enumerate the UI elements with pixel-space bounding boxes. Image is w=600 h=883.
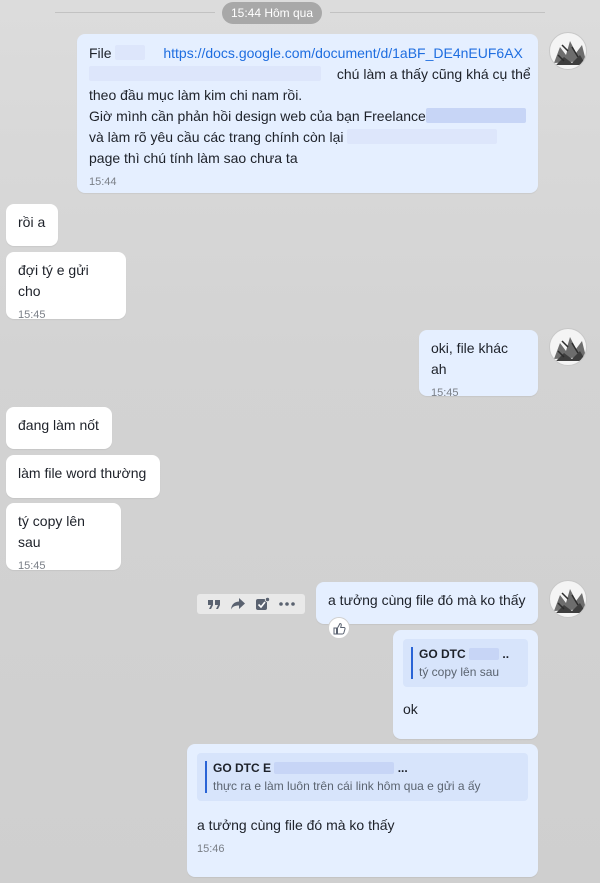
message-time: 15:44	[89, 176, 117, 188]
message-action-bar	[197, 594, 305, 614]
message-bubble-incoming[interactable]: đang làm nốt	[6, 407, 112, 449]
date-divider-left	[55, 12, 215, 13]
message-time: 15:45	[18, 560, 46, 572]
message-line: chú làm a thấy cũng khá cụ thể	[89, 64, 531, 85]
message-bubble-incoming[interactable]: đợi tý e gửi cho 15:45	[6, 252, 126, 321]
message-time: 15:45	[18, 309, 46, 321]
message-bubble-reply[interactable]: GO DTC .. tý copy lên sau ok	[393, 630, 538, 739]
message-time: 15:45	[431, 387, 459, 399]
forward-icon[interactable]	[230, 597, 246, 611]
date-separator: 15:44 Hôm qua	[222, 2, 322, 24]
message-line: File https://docs.google.com/document/d/…	[89, 45, 523, 61]
avatar[interactable]	[549, 328, 587, 366]
avatar[interactable]	[549, 580, 587, 618]
message-line: Giờ mình cần phản hồi design web của bạn…	[89, 106, 526, 127]
message-time: 15:46	[197, 843, 225, 855]
quote-icon[interactable]	[207, 597, 221, 611]
message-bubble-reply[interactable]: GO DTC E ... thực ra e làm luôn trên cái…	[187, 744, 538, 877]
avatar[interactable]	[549, 32, 587, 70]
message-bubble-incoming[interactable]: rồi a	[6, 204, 58, 246]
message-line: page thì chú tính làm sao chưa ta	[89, 150, 298, 166]
document-link[interactable]: https://docs.google.com/document/d/1aBF_…	[163, 45, 523, 61]
quoted-message[interactable]: GO DTC .. tý copy lên sau	[403, 639, 528, 687]
quoted-message[interactable]: GO DTC E ... thực ra e làm luôn trên cái…	[197, 753, 528, 801]
message-line: và làm rõ yêu cầu các trang chính còn lạ…	[89, 127, 526, 148]
message-bubble-outgoing[interactable]: File https://docs.google.com/document/d/…	[77, 34, 538, 193]
message-bubble-incoming[interactable]: tý copy lên sau 15:45	[6, 503, 121, 572]
more-icon[interactable]	[278, 602, 295, 606]
message-bubble-outgoing[interactable]: a tưởng cùng file đó mà ko thấy	[316, 582, 538, 624]
date-divider-right	[330, 12, 545, 13]
task-icon[interactable]	[255, 596, 270, 612]
message-bubble-incoming[interactable]: làm file word thường	[6, 455, 160, 498]
like-icon[interactable]	[328, 617, 350, 639]
message-bubble-outgoing[interactable]: oki, file khác ah 15:45	[419, 330, 538, 399]
message-line: theo đầu mục làm kim chi nam rồi.	[89, 87, 303, 103]
